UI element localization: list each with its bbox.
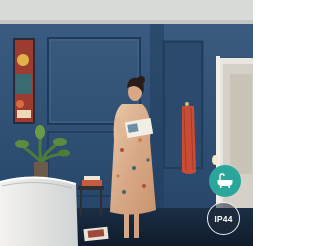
hanging-towel [182, 102, 196, 174]
bathtub [0, 176, 78, 246]
ceiling [0, 0, 253, 22]
ip-rating-badge: IP44 [207, 202, 240, 235]
bathroom-badge [209, 165, 241, 197]
ip-rating-label: IP44 [214, 213, 233, 224]
product-photo: IP44 [0, 0, 253, 246]
bathtub-icon [217, 173, 233, 188]
wall-sconce [212, 155, 218, 165]
